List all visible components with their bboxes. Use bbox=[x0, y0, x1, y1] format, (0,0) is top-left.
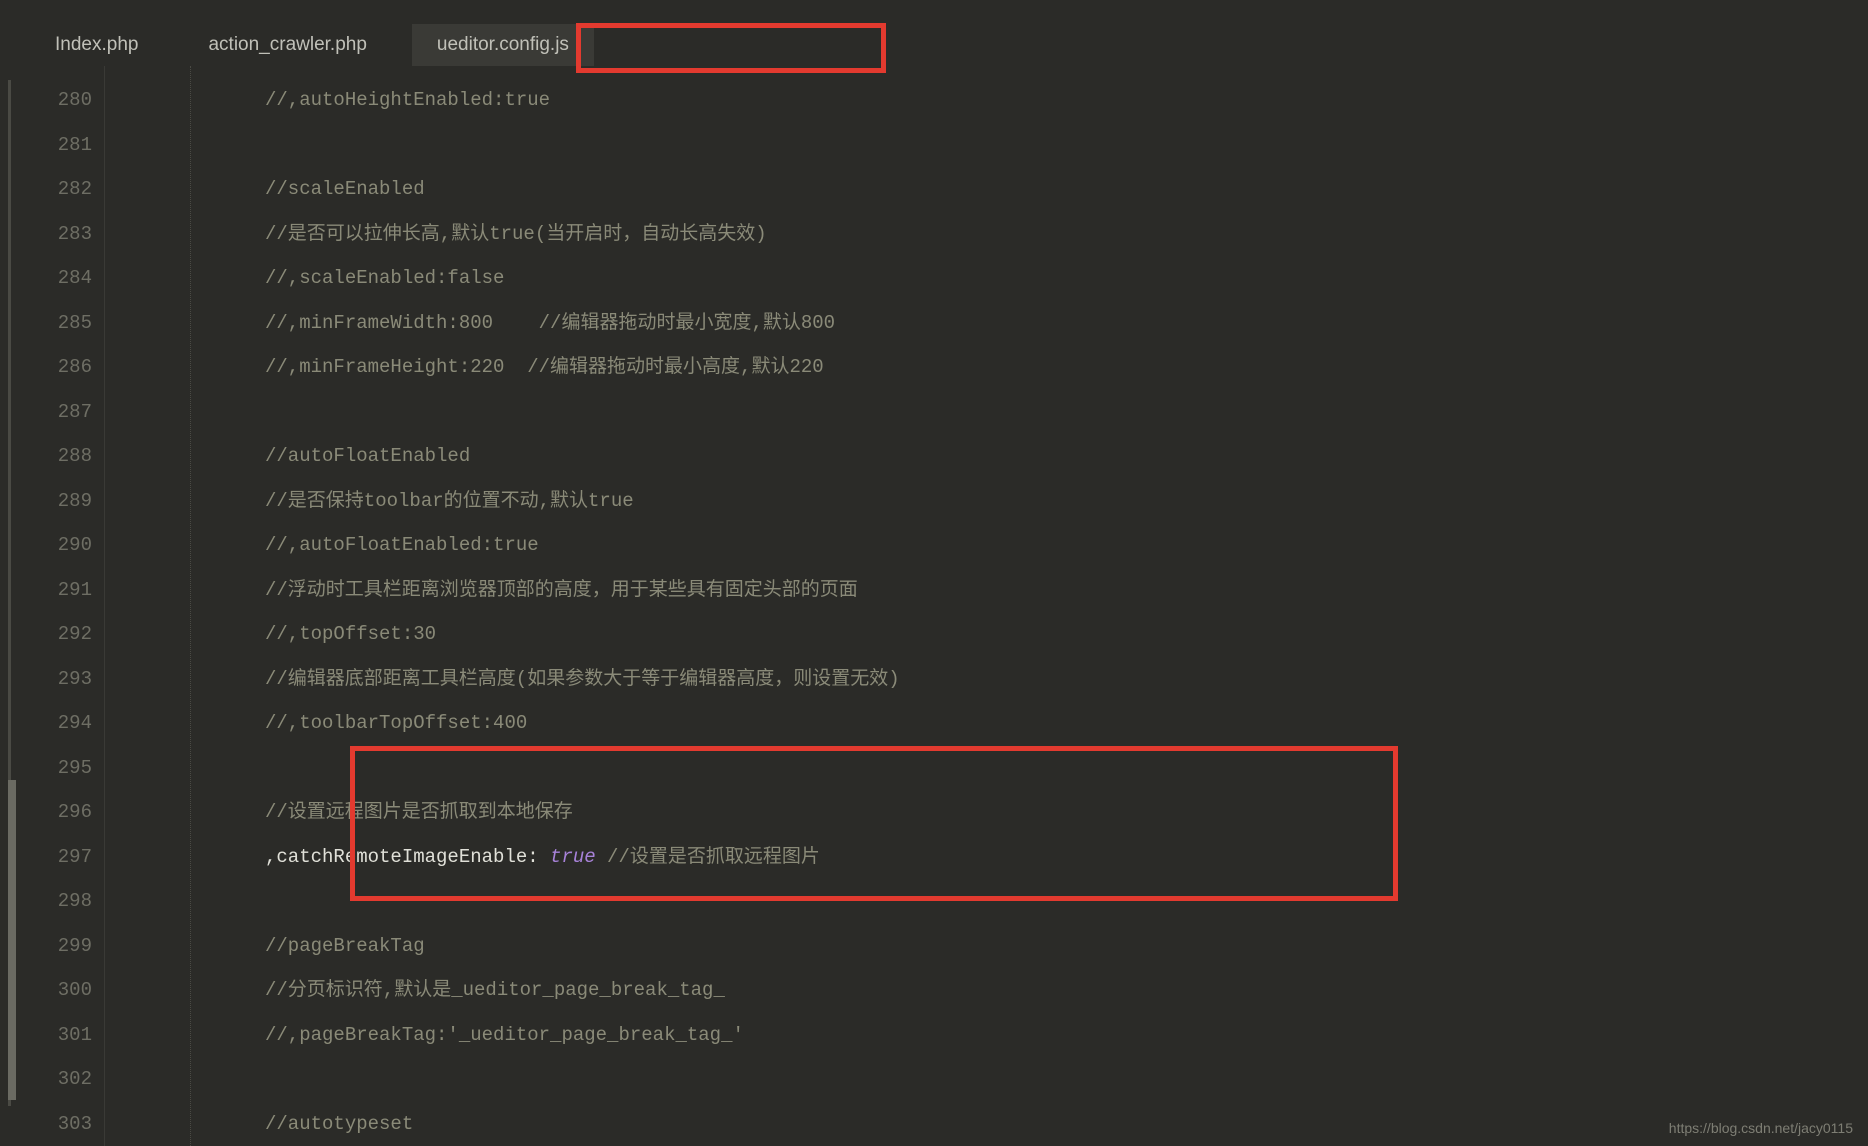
line-number: 288 bbox=[0, 434, 104, 479]
line-number: 290 bbox=[0, 523, 104, 568]
code-line[interactable]: //,autoHeightEnabled:true bbox=[105, 78, 1868, 123]
code-segment: //分页标识符,默认是_ueditor_page_break_tag_ bbox=[265, 979, 725, 1001]
code-line[interactable]: //pageBreakTag bbox=[105, 924, 1868, 969]
code-line[interactable]: //编辑器底部距离工具栏高度(如果参数大于等于编辑器高度，则设置无效) bbox=[105, 657, 1868, 702]
watermark-text: https://blog.csdn.net/jacy0115 bbox=[1669, 1120, 1853, 1136]
code-line[interactable]: //,minFrameHeight:220 //编辑器拖动时最小高度,默认220 bbox=[105, 345, 1868, 390]
line-number: 281 bbox=[0, 123, 104, 168]
code-line[interactable]: //是否可以拉伸长高,默认true(当开启时，自动长高失效) bbox=[105, 212, 1868, 257]
line-number: 303 bbox=[0, 1102, 104, 1146]
code-segment: //编辑器底部距离工具栏高度(如果参数大于等于编辑器高度，则设置无效) bbox=[265, 668, 900, 690]
code-line[interactable]: //是否保持toolbar的位置不动,默认true bbox=[105, 479, 1868, 524]
code-line[interactable] bbox=[105, 123, 1868, 168]
code-segment: //autotypeset bbox=[265, 1113, 413, 1135]
tab-action-crawler-php[interactable]: action_crawler.php bbox=[183, 24, 391, 66]
code-area: 2802812822832842852862872882892902912922… bbox=[0, 66, 1868, 1146]
line-number: 291 bbox=[0, 568, 104, 613]
tab-index-php[interactable]: Index.php bbox=[30, 24, 163, 66]
tab-ueditor-config-js[interactable]: ueditor.config.js bbox=[412, 24, 594, 66]
code-segment: ,catchRemoteImageEnable: bbox=[265, 846, 550, 868]
code-lines[interactable]: //,autoHeightEnabled:true //scaleEnabled /… bbox=[105, 66, 1868, 1146]
line-number: 293 bbox=[0, 657, 104, 702]
code-segment: //浮动时工具栏距离浏览器顶部的高度，用于某些具有固定头部的页面 bbox=[265, 579, 858, 601]
code-line[interactable]: //分页标识符,默认是_ueditor_page_break_tag_ bbox=[105, 968, 1868, 1013]
line-number: 294 bbox=[0, 701, 104, 746]
code-segment: //设置远程图片是否抓取到本地保存 bbox=[265, 801, 573, 823]
code-line[interactable]: //autotypeset bbox=[105, 1102, 1868, 1146]
code-segment: //是否可以拉伸长高,默认true(当开启时，自动长高失效) bbox=[265, 223, 767, 245]
scrollbar-thumb[interactable] bbox=[8, 780, 16, 1100]
line-number: 289 bbox=[0, 479, 104, 524]
line-number: 287 bbox=[0, 390, 104, 435]
code-segment: //是否保持toolbar的位置不动,默认true bbox=[265, 490, 634, 512]
line-number: 286 bbox=[0, 345, 104, 390]
code-segment: //,pageBreakTag:'_ueditor_page_break_tag… bbox=[265, 1024, 744, 1046]
code-segment: //,toolbarTopOffset:400 bbox=[265, 712, 527, 734]
code-line[interactable]: //,pageBreakTag:'_ueditor_page_break_tag… bbox=[105, 1013, 1868, 1058]
code-line[interactable]: //,scaleEnabled:false bbox=[105, 256, 1868, 301]
code-segment: //scaleEnabled bbox=[265, 178, 425, 200]
line-number: 285 bbox=[0, 301, 104, 346]
code-segment: //,scaleEnabled:false bbox=[265, 267, 504, 289]
line-number: 283 bbox=[0, 212, 104, 257]
code-line[interactable]: //autoFloatEnabled bbox=[105, 434, 1868, 479]
code-segment: //pageBreakTag bbox=[265, 935, 425, 957]
code-segment: //autoFloatEnabled bbox=[265, 445, 470, 467]
code-segment: //,autoFloatEnabled:true bbox=[265, 534, 539, 556]
line-number: 284 bbox=[0, 256, 104, 301]
code-segment: //,minFrameHeight:220 //编辑器拖动时最小高度,默认220 bbox=[265, 356, 824, 378]
code-segment: //设置是否抓取远程图片 bbox=[596, 846, 820, 868]
code-segment: true bbox=[550, 846, 596, 868]
code-line[interactable] bbox=[105, 879, 1868, 924]
code-line[interactable] bbox=[105, 390, 1868, 435]
code-line[interactable]: //,minFrameWidth:800 //编辑器拖动时最小宽度,默认800 bbox=[105, 301, 1868, 346]
code-line[interactable]: //设置远程图片是否抓取到本地保存 bbox=[105, 790, 1868, 835]
code-line[interactable]: //浮动时工具栏距离浏览器顶部的高度，用于某些具有固定头部的页面 bbox=[105, 568, 1868, 613]
tab-bar: Index.php action_crawler.php ueditor.con… bbox=[0, 0, 1868, 66]
line-number: 280 bbox=[0, 78, 104, 123]
code-segment: //,minFrameWidth:800 //编辑器拖动时最小宽度,默认800 bbox=[265, 312, 835, 334]
code-line[interactable]: //,toolbarTopOffset:400 bbox=[105, 701, 1868, 746]
code-line[interactable]: //,autoFloatEnabled:true bbox=[105, 523, 1868, 568]
code-line[interactable]: ,catchRemoteImageEnable: true //设置是否抓取远程… bbox=[105, 835, 1868, 880]
editor-container: Index.php action_crawler.php ueditor.con… bbox=[0, 0, 1868, 1146]
code-segment: //,autoHeightEnabled:true bbox=[265, 89, 550, 111]
line-number: 282 bbox=[0, 167, 104, 212]
code-segment: //,topOffset:30 bbox=[265, 623, 436, 645]
code-line[interactable]: //,topOffset:30 bbox=[105, 612, 1868, 657]
code-line[interactable]: //scaleEnabled bbox=[105, 167, 1868, 212]
line-number: 292 bbox=[0, 612, 104, 657]
code-line[interactable] bbox=[105, 746, 1868, 791]
code-line[interactable] bbox=[105, 1057, 1868, 1102]
